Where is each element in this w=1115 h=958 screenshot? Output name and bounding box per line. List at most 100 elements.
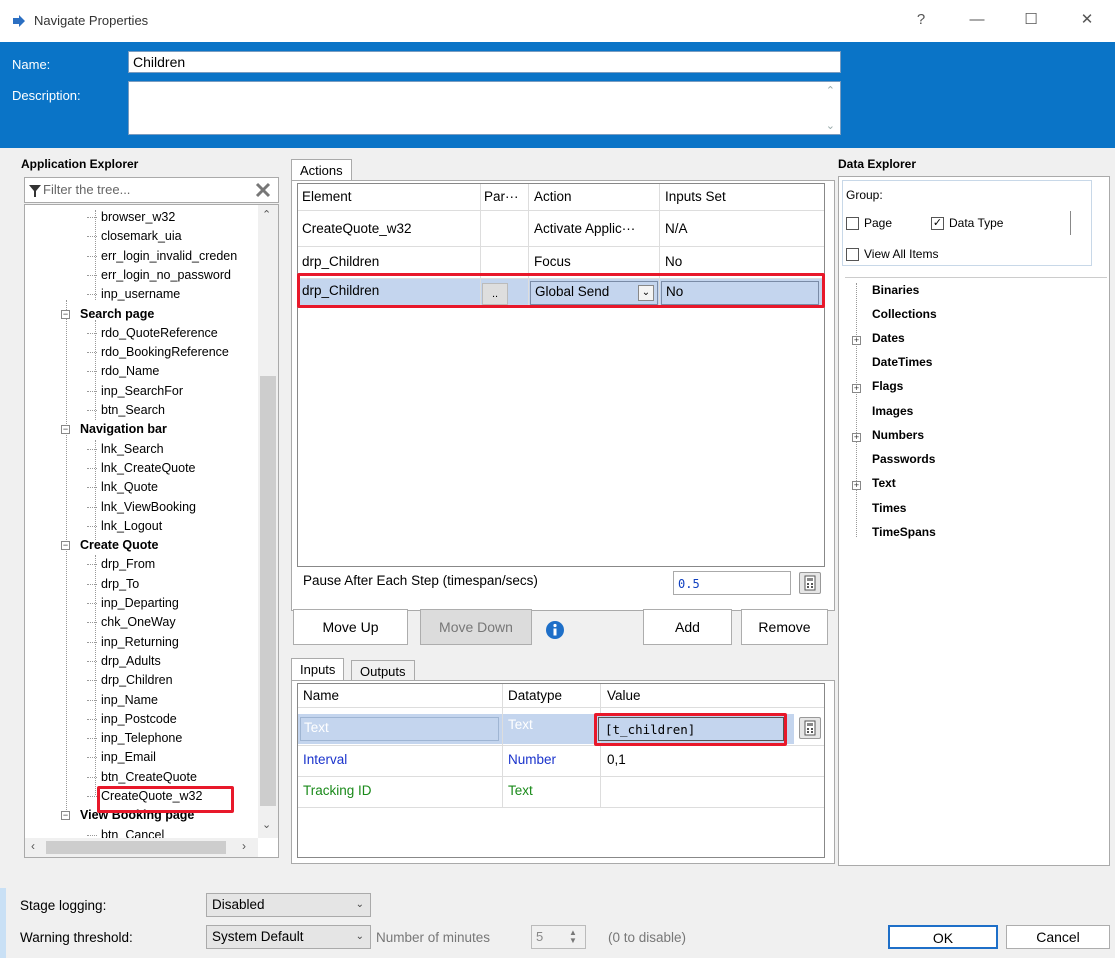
tree-group[interactable]: Navigation bar xyxy=(80,421,167,437)
minutes-spinner[interactable]: 5 ▲ ▼ xyxy=(531,925,586,949)
scroll-down-icon[interactable]: ⌄ xyxy=(826,119,835,132)
tree-scroll-left-icon[interactable]: ‹ xyxy=(31,839,35,853)
action-row-action[interactable]: Focus xyxy=(534,254,571,269)
tree-item[interactable]: lnk_ViewBooking xyxy=(87,499,196,515)
tree-item[interactable]: inp_SearchFor xyxy=(87,383,183,399)
name-field[interactable]: Children xyxy=(128,51,841,73)
tree-vertical-thumb[interactable] xyxy=(260,376,276,806)
tree-item[interactable]: inp_Email xyxy=(87,749,156,765)
value-calculator-button[interactable] xyxy=(799,717,821,739)
tree-item[interactable]: lnk_CreateQuote xyxy=(87,460,196,476)
clear-filter-icon[interactable] xyxy=(255,182,271,198)
tree-line xyxy=(856,283,857,537)
tree-item[interactable]: inp_Departing xyxy=(87,595,179,611)
tree-item[interactable]: browser_w32 xyxy=(86,209,175,225)
collapse-icon[interactable]: − xyxy=(61,310,70,319)
close-button[interactable]: ✕ xyxy=(1072,8,1102,32)
tree-item[interactable]: rdo_BookingReference xyxy=(87,344,229,360)
tab-inputs[interactable]: Inputs xyxy=(291,658,345,681)
data-item[interactable]: Images xyxy=(872,404,913,418)
data-item[interactable]: Text xyxy=(872,476,896,490)
inputs-grid[interactable] xyxy=(297,683,825,858)
tree-item[interactable]: inp_Name xyxy=(87,692,158,708)
tree-horizontal-thumb[interactable] xyxy=(46,841,226,854)
data-item[interactable]: DateTimes xyxy=(872,355,932,369)
expand-icon[interactable]: + xyxy=(852,336,861,345)
data-item[interactable]: Flags xyxy=(872,379,903,393)
tree-item[interactable]: inp_username xyxy=(86,286,180,302)
page-checkbox[interactable] xyxy=(846,217,859,230)
tree-item[interactable]: lnk_Logout xyxy=(86,518,162,534)
expand-icon[interactable]: + xyxy=(852,481,861,490)
tree-item[interactable]: btn_Search xyxy=(87,402,165,418)
move-down-button[interactable]: Move Down xyxy=(420,609,532,645)
data-item[interactable]: Collections xyxy=(872,307,937,321)
tree-item[interactable]: lnk_Search xyxy=(87,441,164,457)
data-item[interactable]: TimeSpans xyxy=(872,525,936,539)
tree-item[interactable]: drp_Adults xyxy=(87,653,161,669)
action-row-inputs-set: N/A xyxy=(665,221,688,236)
data-item[interactable]: Times xyxy=(872,501,906,515)
stage-logging-dropdown[interactable]: Disabled ⌄ xyxy=(206,893,371,917)
collapse-icon[interactable]: − xyxy=(61,541,70,550)
tree-scroll-right-icon[interactable]: › xyxy=(242,839,246,853)
tree-item[interactable]: lnk_Quote xyxy=(87,479,158,495)
action-row-element[interactable]: CreateQuote_w32 xyxy=(302,221,412,236)
data-item[interactable]: Numbers xyxy=(872,428,924,442)
tree-scroll-up-icon[interactable]: ⌃ xyxy=(262,208,271,221)
help-button[interactable]: ? xyxy=(906,8,936,32)
scroll-up-icon[interactable]: ⌃ xyxy=(826,84,835,97)
expand-icon[interactable]: + xyxy=(852,384,861,393)
data-type-checkbox[interactable]: ✓ xyxy=(931,217,944,230)
action-row-element[interactable]: drp_Children xyxy=(302,254,379,269)
ok-button[interactable]: OK xyxy=(888,925,998,949)
description-field[interactable]: ⌃ ⌄ xyxy=(128,81,841,135)
tree-item[interactable]: rdo_Name xyxy=(86,363,159,379)
warning-threshold-dropdown[interactable]: System Default ⌄ xyxy=(206,925,371,949)
data-item[interactable]: Binaries xyxy=(872,283,919,297)
tab-actions[interactable]: Actions xyxy=(291,159,352,181)
info-icon[interactable] xyxy=(545,620,565,640)
expand-icon[interactable]: + xyxy=(852,433,861,442)
view-all-checkbox[interactable] xyxy=(846,248,859,261)
add-button[interactable]: Add xyxy=(643,609,732,645)
collapse-icon[interactable]: − xyxy=(61,425,70,434)
tree-item[interactable]: inp_Telephone xyxy=(86,730,182,746)
minimize-button[interactable]: — xyxy=(962,8,992,32)
tree-item[interactable]: inp_Postcode xyxy=(87,711,177,727)
tree-item[interactable]: err_login_invalid_creden xyxy=(86,248,237,264)
spinner-arrows-icon[interactable]: ▲ ▼ xyxy=(569,929,577,945)
remove-button[interactable]: Remove xyxy=(741,609,828,645)
input-value-interval[interactable]: 0,1 xyxy=(607,752,626,767)
data-item[interactable]: Passwords xyxy=(872,452,935,466)
grid-line xyxy=(502,684,503,807)
tree-item[interactable]: inp_Returning xyxy=(87,634,179,650)
warning-threshold-label: Warning threshold: xyxy=(20,930,133,945)
tree-item[interactable]: rdo_QuoteReference xyxy=(87,325,218,341)
tree-item[interactable]: drp_From xyxy=(86,556,155,572)
tree-item[interactable]: drp_To xyxy=(86,576,139,592)
tree-scroll-down-icon[interactable]: ⌄ xyxy=(262,818,271,831)
tree-item[interactable]: btn_CreateQuote xyxy=(87,769,197,785)
tab-outputs[interactable]: Outputs xyxy=(351,660,415,680)
collapse-icon[interactable]: − xyxy=(61,811,70,820)
action-row-action[interactable]: Activate Applic··· xyxy=(534,221,656,236)
pause-calculator-button[interactable] xyxy=(799,572,821,594)
tree-item[interactable]: drp_Children xyxy=(87,672,173,688)
minutes-value: 5 xyxy=(536,929,544,944)
tree-item[interactable]: chk_OneWay xyxy=(87,614,176,630)
tree-group[interactable]: Search page xyxy=(80,306,154,322)
tree-item[interactable]: err_login_no_password xyxy=(87,267,231,283)
tree-item[interactable]: closemark_uia xyxy=(87,228,182,244)
tree-line xyxy=(95,320,96,420)
actions-grid[interactable] xyxy=(297,183,825,567)
pause-input[interactable]: 0.5 xyxy=(673,571,791,595)
cancel-button[interactable]: Cancel xyxy=(1006,925,1110,949)
tree-group[interactable]: Create Quote xyxy=(80,537,159,553)
data-item[interactable]: Dates xyxy=(872,331,905,345)
input-name-tracking: Tracking ID xyxy=(303,783,372,798)
maximize-button[interactable]: ☐ xyxy=(1016,8,1046,32)
col-inputs-set: Inputs Set xyxy=(665,189,726,204)
move-up-button[interactable]: Move Up xyxy=(293,609,408,645)
filter-input[interactable]: Filter the tree... xyxy=(24,177,279,203)
